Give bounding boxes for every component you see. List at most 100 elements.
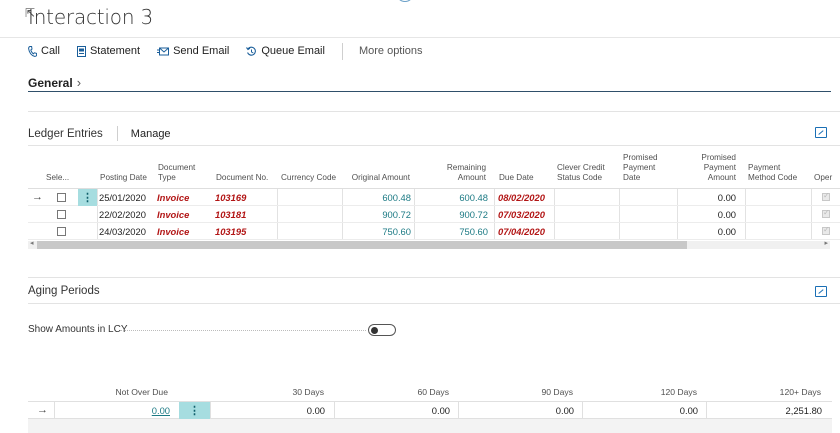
col-header-document-type[interactable]: Document Type (158, 163, 202, 183)
col-separator (582, 402, 583, 419)
aging-120-plus-days-value: 2,251.80 (785, 405, 823, 416)
scrollbar-thumb[interactable] (37, 241, 687, 249)
document-type-cell: Invoice (157, 225, 190, 237)
aging-120-days-value: 0.00 (679, 405, 698, 416)
col-header-document-no[interactable]: Document No. (216, 173, 274, 183)
promised-amount-cell: 0.00 (717, 191, 736, 203)
scroll-right-icon[interactable]: ▸ (824, 239, 828, 247)
general-label: General (28, 75, 73, 90)
col-header-currency-code[interactable]: Currency Code (281, 173, 341, 183)
col-separator (210, 402, 211, 419)
statement-button[interactable]: Statement (76, 45, 141, 57)
document-no-cell[interactable]: 103181 (215, 206, 265, 222)
phone-icon (28, 45, 37, 57)
row-arrow-icon: → (32, 191, 43, 203)
manage-button[interactable]: Manage (131, 128, 171, 140)
aging-90-days-value: 0.00 (555, 405, 574, 416)
chevron-right-icon: › (76, 75, 82, 90)
queue-email-label: Queue Email (261, 45, 325, 57)
queue-email-button[interactable]: Queue Email (246, 45, 325, 57)
aging-row[interactable]: → 0.00 ⋮ 0.00 0.00 0.00 0.00 2,251.80 (28, 401, 832, 419)
due-date-cell: 07/03/2020 (498, 208, 545, 220)
document-type-cell: Invoice (157, 191, 190, 203)
horizontal-scrollbar[interactable]: ◂ ▸ (28, 239, 830, 249)
col-separator (54, 402, 55, 419)
col-separator (706, 402, 707, 419)
queue-icon (246, 46, 257, 57)
action-bar: Call Statement Send Email Queue Email Mo… (28, 42, 423, 60)
col-header-promised-payment-amount[interactable]: Promised Payment Amount (696, 153, 736, 183)
col-separator (334, 402, 335, 419)
statement-label: Statement (89, 45, 141, 57)
section-divider (28, 277, 840, 278)
send-email-label: Send Email (173, 45, 230, 57)
send-email-button[interactable]: Send Email (157, 45, 229, 57)
ledger-title[interactable]: Ledger Entries (28, 128, 103, 140)
field-dotted-leader (120, 330, 366, 331)
header-divider (0, 37, 840, 38)
general-section-header[interactable]: General › (28, 75, 81, 90)
row-actions-button[interactable]: ⋮ (179, 402, 210, 419)
col-header-due-date[interactable]: Due Date (499, 173, 549, 183)
original-amount-cell[interactable]: 750.60 (348, 223, 411, 239)
col-separator (458, 402, 459, 419)
statement-icon (76, 45, 86, 57)
document-no-cell[interactable]: 103195 (215, 223, 265, 239)
aging-60-days-value: 0.00 (431, 405, 450, 416)
promised-amount-cell: 0.00 (717, 225, 736, 237)
top-indicator (396, 0, 414, 2)
show-lcy-label: Show Amounts in LCY (28, 324, 128, 335)
aging-header-90-days: 90 Days (541, 387, 573, 397)
original-amount-cell[interactable]: 900.72 (348, 206, 411, 222)
aging-not-over-due-value[interactable]: 0.00 (118, 402, 170, 419)
remaining-amount-cell[interactable]: 900.72 (428, 206, 488, 222)
col-header-posting-date[interactable]: Posting Date (100, 173, 148, 183)
document-no-cell[interactable]: 103169 (215, 189, 265, 205)
expand-icon[interactable] (815, 127, 827, 138)
email-icon (157, 47, 170, 56)
aging-title[interactable]: Aging Periods (28, 285, 100, 297)
original-amount-cell[interactable]: 600.48 (348, 189, 411, 205)
col-header-promised-payment-date[interactable]: Promised Payment Date (623, 153, 667, 183)
col-header-open[interactable]: Oper (814, 173, 840, 183)
posting-date-cell: 24/03/2020 (99, 225, 146, 237)
general-underline (28, 91, 831, 92)
row-actions-button[interactable]: ⋮ (78, 189, 97, 206)
more-options-button[interactable]: More options (359, 45, 423, 57)
remaining-amount-cell[interactable]: 600.48 (428, 189, 488, 205)
open-checkbox (822, 189, 830, 205)
table-row[interactable]: → ⋮ 25/01/2020 Invoice 103169 600.48 600… (28, 189, 840, 206)
footer-band (28, 419, 832, 433)
ledger-table-header: Sele... Posting Date Document Type Docum… (28, 147, 840, 189)
section-divider (28, 111, 840, 112)
show-lcy-toggle[interactable] (368, 324, 396, 336)
row-select-checkbox[interactable] (57, 223, 66, 239)
open-checkbox (822, 223, 830, 239)
due-date-cell: 07/04/2020 (498, 225, 545, 237)
row-arrow-icon: → (37, 404, 48, 416)
scroll-left-icon[interactable]: ◂ (30, 239, 34, 247)
due-date-cell: 08/02/2020 (498, 191, 545, 203)
col-header-select[interactable]: Sele... (46, 173, 74, 183)
col-header-original-amount[interactable]: Original Amount (346, 173, 410, 183)
ledger-header-separator (116, 126, 118, 141)
open-checkbox (822, 206, 830, 222)
aging-header-30-days: 30 Days (292, 387, 324, 397)
ledger-section-header: Ledger Entries Manage (28, 126, 171, 141)
col-header-clever-credit-status[interactable]: Clever Credit Status Code (557, 163, 617, 183)
col-header-remaining-amount[interactable]: Remaining Amount (441, 163, 486, 183)
table-row[interactable]: 24/03/2020 Invoice 103195 750.60 750.60 … (28, 223, 840, 240)
aging-top-line (28, 303, 840, 304)
aging-30-days-value: 0.00 (306, 405, 325, 416)
aging-header-120-plus-days: 120+ Days (779, 387, 821, 397)
aging-header-60-days: 60 Days (417, 387, 449, 397)
row-select-checkbox[interactable] (57, 206, 66, 222)
table-row[interactable]: 22/02/2020 Invoice 103181 900.72 900.72 … (28, 206, 840, 223)
call-button[interactable]: Call (28, 45, 60, 57)
remaining-amount-cell[interactable]: 750.60 (428, 223, 488, 239)
expand-icon[interactable] (815, 286, 827, 297)
action-separator (341, 42, 343, 60)
row-select-checkbox[interactable] (57, 189, 66, 205)
col-header-payment-method-code[interactable]: Payment Method Code (748, 163, 808, 183)
promised-amount-cell: 0.00 (717, 208, 736, 220)
